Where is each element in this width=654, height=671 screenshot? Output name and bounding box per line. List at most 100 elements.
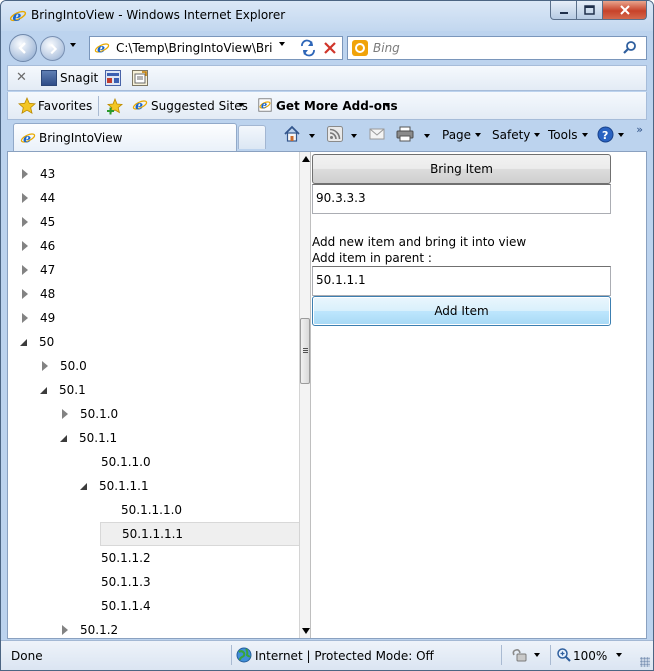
expand-arrow-icon[interactable] xyxy=(22,193,28,203)
resize-grip-icon[interactable] xyxy=(640,657,650,667)
home-icon xyxy=(284,125,300,142)
tree-item[interactable]: 50.1.1 xyxy=(60,426,117,450)
forward-button[interactable] xyxy=(40,36,65,61)
tree-item-label: 50.1.1 xyxy=(79,431,118,445)
tree-item[interactable]: 43 xyxy=(20,162,55,186)
toolbar-separator xyxy=(98,96,99,116)
address-row: e C:\Temp\BringIntoView\Bring Bing xyxy=(1,31,653,65)
tree-item[interactable]: 50.1.1.3 xyxy=(80,570,151,594)
scroll-up-arrow-icon[interactable] xyxy=(302,156,310,162)
new-tab-button[interactable] xyxy=(238,125,266,149)
address-bar[interactable]: e C:\Temp\BringIntoView\Bring xyxy=(89,36,343,60)
zoom-icon[interactable] xyxy=(556,647,572,666)
tree-item[interactable]: 50.1.2 xyxy=(60,618,118,638)
maximize-button[interactable] xyxy=(577,1,603,20)
tree-item[interactable]: 44 xyxy=(20,186,55,210)
search-box[interactable]: Bing xyxy=(347,36,647,60)
suggested-sites-icon: e xyxy=(132,97,148,116)
back-button[interactable] xyxy=(9,34,37,62)
tree-item[interactable]: 46 xyxy=(20,234,55,258)
chevron-more-icon[interactable]: » xyxy=(636,123,643,136)
add-new-caption: Add new item and bring it into view xyxy=(312,235,527,249)
close-window-button[interactable] xyxy=(603,1,647,20)
tree-item[interactable]: 50.1 xyxy=(40,378,86,402)
tree-item[interactable]: 45 xyxy=(20,210,55,234)
expand-arrow-icon[interactable] xyxy=(22,265,28,275)
scroll-thumb[interactable] xyxy=(300,318,310,384)
favorites-button[interactable]: Favorites xyxy=(38,99,92,113)
bring-item-input[interactable]: 90.3.3.3 xyxy=(312,184,611,214)
collapse-arrow-icon[interactable] xyxy=(60,434,67,442)
tree-item[interactable]: 50 xyxy=(20,330,54,354)
snagit-icon[interactable] xyxy=(41,70,57,86)
feeds-dropdown-icon[interactable] xyxy=(351,134,357,138)
tree-item[interactable]: 47 xyxy=(20,258,55,282)
read-mail-button[interactable] xyxy=(369,127,385,141)
tree-item[interactable]: 50.1.0 xyxy=(60,402,118,426)
tree-scrollbar[interactable] xyxy=(299,152,311,638)
tree-item[interactable]: 50.1.1.4 xyxy=(80,594,151,618)
get-more-addons-button[interactable]: Get More Add-ons xyxy=(276,99,398,113)
protected-mode-icon[interactable] xyxy=(510,647,530,666)
print-dropdown-icon[interactable] xyxy=(424,134,430,138)
minimize-button[interactable] xyxy=(550,1,577,20)
expand-arrow-icon[interactable] xyxy=(22,313,28,323)
capture-doc-icon[interactable] xyxy=(132,70,148,86)
add-item-button[interactable]: Add Item xyxy=(312,296,611,326)
arrow-right-icon xyxy=(50,43,58,55)
stop-icon[interactable] xyxy=(320,39,340,57)
address-input[interactable]: C:\Temp\BringIntoView\Bring xyxy=(116,41,272,55)
expand-arrow-icon[interactable] xyxy=(22,289,28,299)
zoom-level[interactable]: 100% xyxy=(573,649,607,663)
tree-item-selected[interactable]: 50.1.1.1.1 xyxy=(100,522,299,546)
search-input[interactable]: Bing xyxy=(373,41,400,55)
form-panel: Bring Item 90.3.3.3 Add new item and bri… xyxy=(312,152,646,638)
expand-arrow-icon[interactable] xyxy=(62,409,68,419)
snagit-button[interactable]: Snagit xyxy=(60,71,98,85)
expand-arrow-icon[interactable] xyxy=(22,169,28,179)
collapse-arrow-icon[interactable] xyxy=(80,482,87,490)
home-dropdown-icon[interactable] xyxy=(309,134,315,138)
title-bar[interactable]: e BringIntoView - Windows Internet Explo… xyxy=(1,1,653,31)
tree-item[interactable]: 50.0 xyxy=(40,354,87,378)
zoom-dropdown-icon[interactable] xyxy=(616,653,622,657)
expand-arrow-icon[interactable] xyxy=(62,625,68,635)
protected-mode-dropdown-icon[interactable] xyxy=(534,653,540,657)
tools-menu[interactable]: Tools xyxy=(548,128,588,142)
print-button[interactable] xyxy=(396,126,414,142)
tree-item[interactable]: 48 xyxy=(20,282,55,306)
collapse-arrow-icon[interactable] xyxy=(20,338,27,346)
bring-item-button[interactable]: Bring Item xyxy=(312,154,611,184)
expand-arrow-icon[interactable] xyxy=(22,241,28,251)
parent-input[interactable]: 50.1.1.1 xyxy=(312,266,611,296)
suggested-sites-dropdown-icon[interactable] xyxy=(238,103,244,107)
add-to-favorites-bar-icon[interactable] xyxy=(106,97,124,118)
tree-item[interactable]: 50.1.1.1.0 xyxy=(100,498,182,522)
home-button[interactable] xyxy=(283,125,301,143)
tree-item[interactable]: 50.1.1.0 xyxy=(80,450,151,474)
scroll-down-arrow-icon[interactable] xyxy=(302,628,310,634)
tree-item[interactable]: 50.1.1.2 xyxy=(80,546,151,570)
tab-bringintoview[interactable]: e BringIntoView xyxy=(13,123,237,151)
security-zone[interactable]: Internet | Protected Mode: Off xyxy=(255,649,434,663)
refresh-icon[interactable] xyxy=(297,39,319,57)
feeds-button[interactable] xyxy=(327,126,343,142)
collapse-arrow-icon[interactable] xyxy=(40,386,47,394)
tree-view[interactable]: 43 44 45 46 47 48 49 50 50.0 50.1 50.1.0 50.1.1 50.1… xyxy=(8,152,299,638)
address-dropdown-icon[interactable] xyxy=(279,42,285,46)
expand-arrow-icon[interactable] xyxy=(22,217,28,227)
tree-item-label: 45 xyxy=(40,215,56,229)
close-toolbar-icon[interactable]: ✕ xyxy=(16,70,27,85)
tree-item[interactable]: 49 xyxy=(20,306,55,330)
suggested-sites-button[interactable]: Suggested Sites xyxy=(151,99,248,113)
help-button[interactable]: ? xyxy=(597,126,624,143)
page-menu[interactable]: Page xyxy=(442,128,482,142)
search-icon[interactable] xyxy=(622,40,638,59)
safety-menu[interactable]: Safety xyxy=(492,128,541,142)
expand-arrow-icon[interactable] xyxy=(42,361,48,371)
tree-item-label: 43 xyxy=(40,167,56,181)
recent-pages-dropdown-icon[interactable] xyxy=(70,43,76,47)
capture-grid-icon[interactable] xyxy=(105,70,121,86)
tree-item[interactable]: 50.1.1.1 xyxy=(80,474,149,498)
get-addons-dropdown-icon[interactable] xyxy=(384,103,390,107)
